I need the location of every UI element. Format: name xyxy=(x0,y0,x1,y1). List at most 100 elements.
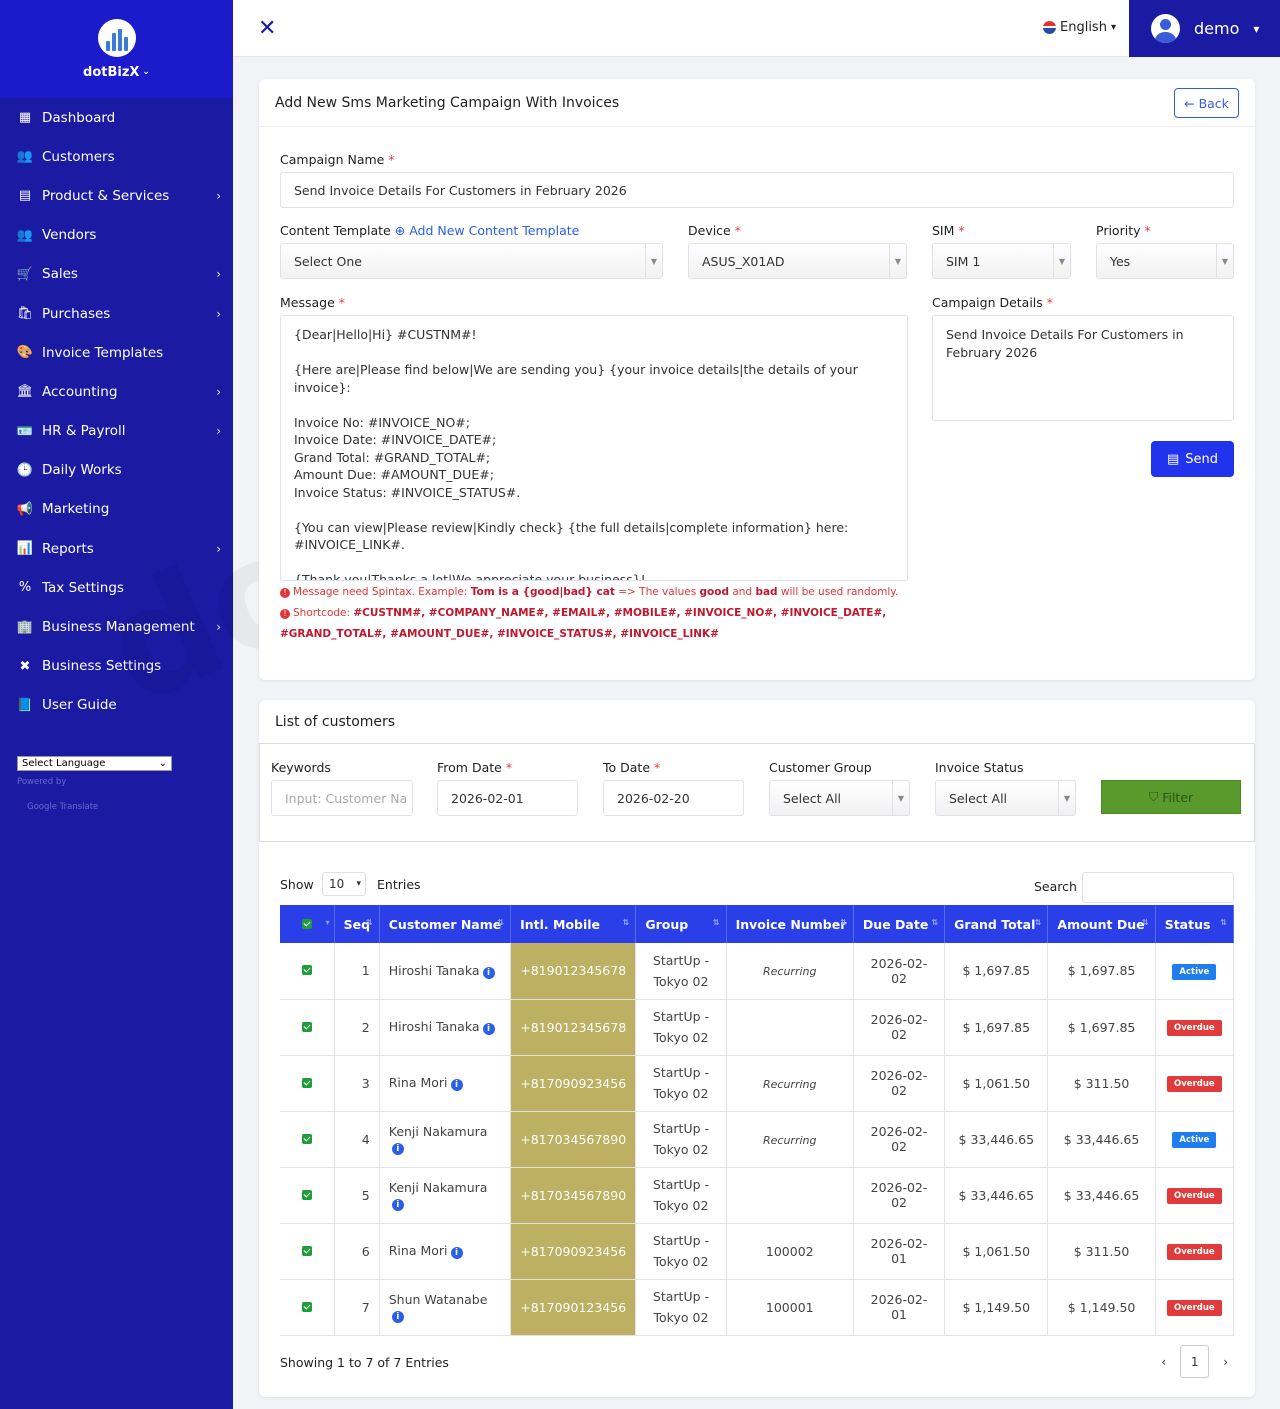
column-header-invoice-number[interactable]: Invoice Number ⇅ xyxy=(726,905,854,943)
add-template-link[interactable]: ⊕ Add New Content Template xyxy=(395,223,580,238)
info-icon[interactable]: i xyxy=(450,1247,463,1259)
column-header-customer-name[interactable]: Customer Name ⇅ xyxy=(379,905,512,943)
filter-button[interactable]: ⛉ Filter xyxy=(1101,780,1241,814)
column-header-grand-total[interactable]: Grand Total ⇅ xyxy=(944,905,1049,943)
row-select-cell[interactable] xyxy=(280,1167,335,1224)
topbar: ✕ English ▾ demo ▾ xyxy=(233,0,1280,57)
due-date-cell: 2026-02-02 xyxy=(853,1167,946,1224)
grand-total-cell: $ 33,446.65 xyxy=(944,1111,1049,1168)
page-length-select[interactable]: 10 ▾ xyxy=(322,872,366,896)
brand-name[interactable]: dotBizX ⌄ xyxy=(83,65,150,80)
page-button[interactable]: 1 xyxy=(1180,1345,1210,1378)
sim-select[interactable]: SIM 1 ▼ xyxy=(932,243,1071,279)
bag-icon: 🛍 xyxy=(16,306,34,322)
sidebar-item-label: Business Settings xyxy=(42,658,162,675)
priority-select[interactable]: Yes ▼ xyxy=(1096,243,1234,279)
sidebar-item-customers[interactable]: 👥 Customers xyxy=(0,137,233,176)
row-select-cell[interactable] xyxy=(280,1111,335,1168)
seq-cell: 6 xyxy=(334,1223,380,1280)
sidebar-item-business-settings[interactable]: ✖ Business Settings xyxy=(0,647,233,686)
table-row[interactable]: 7 Shun Watanabei +817090123456 StartUp - Tok… xyxy=(280,1279,1235,1336)
grand-total-cell: $ 1,149.50 xyxy=(944,1279,1049,1336)
keywords-input[interactable]: Input: Customer Na xyxy=(271,780,413,816)
seq-cell: 4 xyxy=(334,1111,380,1168)
sidebar-item-hr-payroll[interactable]: 🪪 HR & Payroll › xyxy=(0,412,233,451)
language-switcher[interactable]: English ▾ xyxy=(1043,20,1116,35)
device-select[interactable]: ASUS_X01AD ▼ xyxy=(688,243,907,279)
campaign-name-input[interactable]: Send Invoice Details For Customers in Fe… xyxy=(280,172,1234,208)
row-select-cell[interactable] xyxy=(280,1279,335,1336)
sidebar-item-purchases[interactable]: 🛍 Purchases › xyxy=(0,294,233,333)
column-header-amount-due[interactable]: Amount Due ⇅ xyxy=(1047,905,1156,943)
content-template-select[interactable]: Select One ▼ xyxy=(280,243,663,279)
row-select-cell[interactable] xyxy=(280,1223,335,1280)
to-date-input[interactable]: 2026-02-20 xyxy=(603,780,744,816)
column-header-intl-mobile[interactable]: Intl. Mobile ⇅ xyxy=(510,905,637,943)
checkbox-checked-icon[interactable] xyxy=(301,1077,312,1088)
sidebar-item-daily-works[interactable]: 🕒 Daily Works xyxy=(0,451,233,490)
logo-icon xyxy=(97,18,136,57)
campaign-details-textarea[interactable]: Send Invoice Details For Customers in Fe… xyxy=(932,315,1234,421)
sidebar-item-reports[interactable]: 📊 Reports › xyxy=(0,529,233,568)
chevron-right-icon[interactable]: › xyxy=(1223,1355,1228,1369)
row-select-cell[interactable] xyxy=(280,1055,335,1112)
info-icon[interactable]: i xyxy=(482,966,495,979)
search-input[interactable] xyxy=(1082,872,1234,903)
info-icon[interactable]: i xyxy=(391,1142,404,1155)
sidebar-item-sales[interactable]: 🛒 Sales › xyxy=(0,255,233,294)
content-template-label: Content Template ⊕ Add New Content Templ… xyxy=(280,223,580,238)
priority-label: Priority * xyxy=(1096,223,1151,238)
send-button[interactable]: ▤ Send xyxy=(1151,441,1234,477)
table-row[interactable]: 1 Hiroshi Tanaka i +819012345678 StartUp - To… xyxy=(280,943,1235,1000)
checkbox-checked-icon[interactable] xyxy=(301,965,312,976)
sidebar-item-marketing[interactable]: 📢 Marketing xyxy=(0,490,233,529)
table-row[interactable]: 3 Rina Mori i +817090923456 StartUp - Tokyo 0… xyxy=(280,1055,1235,1112)
info-icon[interactable]: i xyxy=(391,1198,404,1211)
column-header-status[interactable]: Status ⇅ xyxy=(1155,905,1235,943)
invoice-status-select[interactable]: Select All ▼ xyxy=(935,780,1076,816)
sidebar-item-business-management[interactable]: 🏢 Business Management › xyxy=(0,607,233,646)
from-date-input[interactable]: 2026-02-01 xyxy=(437,780,578,816)
table-row[interactable]: 4 Kenji Nakamurai +817034567890 StartUp - To… xyxy=(280,1111,1235,1168)
sidebar-item-user-guide[interactable]: 📘 User Guide xyxy=(0,686,233,725)
column-header-due-date[interactable]: Due Date ⇅ xyxy=(853,905,946,943)
chevron-down-icon: ▼ xyxy=(1058,781,1075,815)
chevron-left-icon[interactable]: ‹ xyxy=(1161,1355,1166,1369)
message-textarea[interactable]: {Dear|Hello|Hi} #CUSTNM#! {Here are|Plea… xyxy=(280,315,908,581)
brand[interactable]: dotBizX ⌄ xyxy=(0,0,233,98)
checkbox-checked-icon[interactable] xyxy=(301,1245,312,1256)
us-flag-icon xyxy=(1043,21,1056,34)
checkbox-checked-icon[interactable] xyxy=(301,1133,312,1144)
user-menu[interactable]: demo ▾ xyxy=(1129,0,1280,57)
table-row[interactable]: 2 Hiroshi Tanaka i +819012345678 StartUp - To… xyxy=(280,999,1235,1056)
sidebar-item-accounting[interactable]: 🏛 Accounting › xyxy=(0,372,233,411)
percent-icon: % xyxy=(18,580,32,596)
checkbox-checked-icon[interactable] xyxy=(301,1301,312,1312)
customer-group-select[interactable]: Select All ▼ xyxy=(769,780,910,816)
select-all-header[interactable]: ▾ xyxy=(280,905,335,943)
checkbox-checked-icon[interactable] xyxy=(301,918,312,929)
info-icon[interactable]: i xyxy=(391,1310,404,1323)
back-button[interactable]: ← Back xyxy=(1174,88,1239,118)
sidebar-item-dashboard[interactable]: ▦ Dashboard xyxy=(0,98,233,137)
powered-by: Powered by xyxy=(17,777,67,787)
checkbox-checked-icon[interactable] xyxy=(301,1021,312,1032)
status-badge: Overdue xyxy=(1167,1076,1222,1092)
row-select-cell[interactable] xyxy=(280,999,335,1056)
close-icon[interactable]: ✕ xyxy=(258,16,276,41)
seq-cell: 3 xyxy=(334,1055,380,1112)
sidebar-item-invoice-templates[interactable]: 🎨 Invoice Templates xyxy=(0,333,233,372)
column-header-seq[interactable]: Seq ⇅ xyxy=(334,905,380,943)
info-icon[interactable]: i xyxy=(482,1023,495,1035)
table-row[interactable]: 5 Kenji Nakamurai +817034567890 StartUp - To… xyxy=(280,1167,1235,1224)
google-language-select[interactable]: Select Language ⌄ xyxy=(17,756,172,771)
checkbox-checked-icon[interactable] xyxy=(301,1189,312,1200)
sidebar-item-tax-settings[interactable]: % Tax Settings xyxy=(0,568,233,607)
row-select-cell[interactable] xyxy=(280,943,335,1000)
sidebar-item-vendors[interactable]: 👥 Vendors xyxy=(0,216,233,255)
sidebar-item-product-services[interactable]: ▤ Product & Services › xyxy=(0,176,233,215)
info-icon[interactable]: i xyxy=(450,1079,463,1091)
customer-name-cell: Rina Mori i xyxy=(379,1055,512,1112)
column-header-group[interactable]: Group ⇅ xyxy=(635,905,727,943)
table-row[interactable]: 6 Rina Mori i +817090923456 StartUp - Tokyo 0… xyxy=(280,1223,1235,1280)
